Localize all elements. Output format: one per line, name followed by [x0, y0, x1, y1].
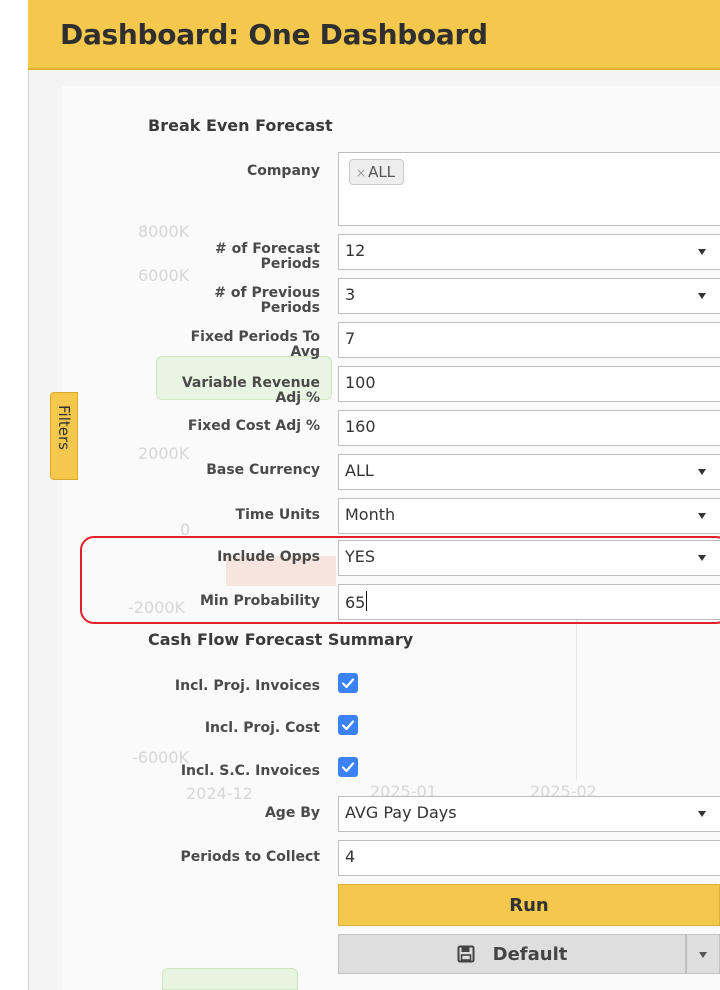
chevron-down-icon	[698, 469, 706, 475]
base-currency-select[interactable]: ALL	[338, 454, 720, 490]
fixed-periods-avg-label: Fixed Periods To Avg	[190, 329, 320, 360]
company-multiselect[interactable]: × ALL	[338, 152, 720, 226]
checkmark-icon	[341, 678, 355, 689]
previous-periods-label: # of Previous Periods	[214, 285, 320, 316]
variable-revenue-adj-value: 100	[345, 373, 376, 392]
fixed-cost-adj-label: Fixed Cost Adj %	[187, 418, 320, 434]
chevron-down-icon	[699, 952, 707, 958]
run-button[interactable]: Run	[338, 884, 720, 926]
incl-sc-invoices-label: Incl. S.C. Invoices	[180, 763, 320, 779]
chart-y-tick: 8000K	[138, 222, 190, 241]
previous-periods-value: 3	[345, 285, 356, 304]
chart-x-tick: 2024-12	[186, 784, 253, 803]
age-by-select[interactable]: AVG Pay Days	[338, 796, 720, 832]
company-label: Company	[246, 163, 320, 179]
forecast-periods-select[interactable]: 12	[338, 234, 720, 270]
chart-y-tick: 6000K	[138, 266, 190, 285]
periods-to-collect-value: 4	[345, 847, 356, 866]
chevron-down-icon	[698, 513, 706, 519]
incl-proj-cost-label: Incl. Proj. Cost	[204, 720, 320, 736]
variable-revenue-adj-input[interactable]: 100	[338, 366, 720, 402]
chevron-down-icon	[698, 293, 706, 299]
time-units-value: Month	[345, 505, 396, 524]
time-units-select[interactable]: Month	[338, 498, 720, 534]
default-button-label: Default	[492, 944, 568, 965]
fixed-cost-adj-input[interactable]: 160	[338, 410, 720, 446]
incl-sc-invoices-checkbox[interactable]	[338, 757, 358, 777]
dashboard-header: Dashboard: One Dashboard	[28, 0, 720, 70]
chevron-down-icon	[698, 811, 706, 817]
company-chip: × ALL	[349, 159, 405, 185]
save-icon	[457, 945, 475, 963]
variable-revenue-adj-label: Variable Revenue Adj %	[181, 375, 320, 406]
checkmark-icon	[341, 720, 355, 731]
incl-proj-cost-checkbox[interactable]	[338, 715, 358, 735]
chart-gridline	[576, 620, 577, 780]
filters-tab-label: Filters	[55, 405, 73, 450]
chart-y-tick: 2000K	[138, 444, 190, 463]
chevron-down-icon	[698, 249, 706, 255]
previous-periods-select[interactable]: 3	[338, 278, 720, 314]
base-currency-value: ALL	[345, 461, 374, 480]
checkmark-icon	[341, 762, 355, 773]
fixed-cost-adj-value: 160	[345, 417, 376, 436]
cash-flow-heading: Cash Flow Forecast Summary	[148, 630, 414, 649]
base-currency-label: Base Currency	[206, 462, 320, 478]
page-title: Dashboard: One Dashboard	[60, 18, 488, 51]
default-options-toggle[interactable]	[686, 934, 720, 974]
fixed-periods-avg-input[interactable]: 7	[338, 322, 720, 358]
periods-to-collect-label: Periods to Collect	[180, 849, 320, 865]
periods-to-collect-input[interactable]: 4	[338, 840, 720, 876]
highlight-annotation	[80, 536, 720, 624]
break-even-heading: Break Even Forecast	[148, 116, 333, 135]
forecast-periods-label: # of Forecast Periods	[215, 241, 320, 272]
incl-proj-invoices-label: Incl. Proj. Invoices	[174, 678, 320, 694]
fixed-periods-avg-value: 7	[345, 329, 356, 348]
chip-label: ALL	[368, 163, 396, 181]
age-by-label: Age By	[264, 805, 320, 821]
forecast-periods-value: 12	[345, 241, 366, 260]
age-by-value: AVG Pay Days	[345, 803, 457, 822]
chart-legend-ghost	[162, 968, 298, 990]
incl-proj-invoices-checkbox[interactable]	[338, 673, 358, 693]
default-button[interactable]: Default	[338, 934, 686, 974]
filters-tab[interactable]: Filters	[50, 392, 78, 480]
chip-remove-icon[interactable]: ×	[356, 166, 366, 180]
time-units-label: Time Units	[235, 507, 320, 523]
